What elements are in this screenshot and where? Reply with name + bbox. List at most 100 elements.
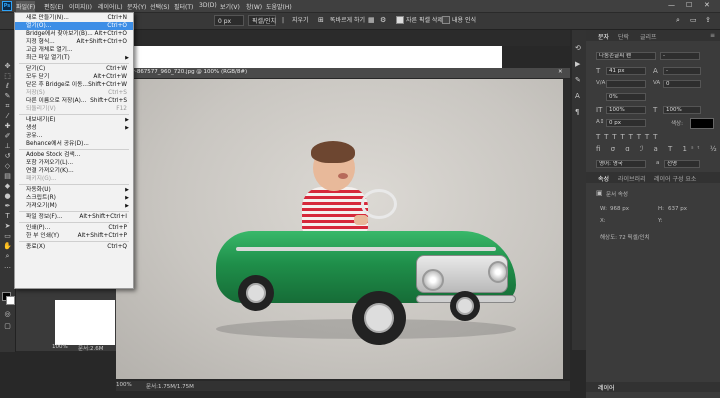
file-menu-item[interactable]: 고급 개체로 열기... [15,46,133,54]
file-menu-item[interactable]: 스크립트(R) ▶ [15,194,133,202]
menu-image[interactable]: 이미지(I) [69,2,92,11]
text-color-swatch[interactable] [690,118,714,129]
paragraph-panel-icon[interactable]: ¶ [575,108,579,116]
close-window-button[interactable]: ✕ [704,1,710,9]
content-aware-checkbox[interactable]: 내용 인식 [442,15,476,26]
file-menu-item[interactable]: 새로 만들기(N)... Ctrl+N [15,14,133,22]
menu-edit[interactable]: 편집(E) [44,2,64,11]
tab-layers[interactable]: 레이어 [598,383,615,392]
image-canvas[interactable] [116,79,563,379]
tracking-percent-input[interactable]: 0% [606,93,646,101]
menu-3d[interactable]: 3D(D) [199,2,217,9]
tab-layer-comps[interactable]: 레이어 구성 요소 [654,174,696,183]
file-menu-item[interactable]: 닫기(C) Ctrl+W [15,65,133,73]
delete-cropped-checkbox[interactable]: 자른 픽셀 삭제 [396,15,443,26]
canvas-vertical-scrollbar[interactable] [563,79,570,379]
tab-libraries[interactable]: 라이브러리 [618,174,646,183]
tab-character[interactable]: 문자 [598,32,609,41]
file-menu-item[interactable]: Behance에서 공유(D)... [15,140,133,148]
straighten-label[interactable]: 똑바르게 하기 [330,15,365,26]
leading-input[interactable]: - [663,67,701,75]
feather-input[interactable]: 0 px [214,15,244,26]
tab-glyphs[interactable]: 글리프 [640,32,657,41]
file-menu-item[interactable]: Bridge에서 찾아보기(B)... Alt+Ctrl+O [15,30,133,38]
more-tools-icon[interactable]: … [3,262,12,270]
type-tool-icon[interactable]: T [3,212,12,220]
hand-tool-icon[interactable]: ✋ [3,242,12,250]
search-icon[interactable]: ⌕ [676,15,680,26]
menu-layer[interactable]: 레이어(L) [98,2,123,11]
character-panel-icon[interactable]: A [575,92,580,100]
maximize-button[interactable]: ☐ [686,1,692,9]
menu-help[interactable]: 도움말(H) [266,2,292,11]
file-menu-item[interactable]: 종료(X) Ctrl+Q [15,243,133,251]
share-icon[interactable]: ⇪ [705,15,711,26]
screen-mode-icon[interactable]: ▢ [3,322,12,330]
tracking-input[interactable]: 0 [663,80,701,88]
menu-file[interactable]: 파일(F) [16,1,36,12]
anti-alias-select[interactable]: 선명 [664,160,700,168]
opentype-buttons[interactable]: ﬁ σ ɑ ℐ a T 1ˢᵗ ½ [596,145,720,153]
brush-tool-icon[interactable]: ✐ [3,132,12,140]
file-menu-item[interactable]: 인쇄(P)... Ctrl+P [15,224,133,232]
file-menu-item[interactable]: 가져오기(M) ▶ [15,202,133,210]
font-family-select[interactable]: 나눔손글씨 펜 [596,52,656,60]
photoshop-logo-icon[interactable]: Ps [2,1,12,11]
file-menu-item[interactable]: 모두 닫기 Alt+Ctrl+W [15,73,133,81]
horizontal-scale-input[interactable]: 100% [663,106,701,114]
menu-filter[interactable]: 필터(T) [174,2,193,11]
menu-select[interactable]: 선택(S) [150,2,170,11]
healing-brush-tool-icon[interactable]: ✚ [3,122,12,130]
brush-panel-icon[interactable]: ✎ [575,76,581,84]
checkbox-empty-icon[interactable] [442,15,450,24]
width-value[interactable]: 968 px [610,206,629,212]
language-select[interactable]: 영어: 영국 [596,160,646,168]
path-select-tool-icon[interactable]: ➤ [3,222,12,230]
height-value[interactable]: 637 px [668,206,687,212]
file-menu-item[interactable]: 닫은 후 Bridge로 이동... Shift+Ctrl+W [15,81,133,89]
kerning-input[interactable] [606,80,646,88]
straighten-icon[interactable]: ⊞ [318,15,324,26]
shape-tool-icon[interactable]: ▭ [3,232,12,240]
actions-panel-icon[interactable]: ▶ [575,60,580,68]
font-size-input[interactable]: 41 px [606,67,646,75]
gradient-tool-icon[interactable]: ▤ [3,172,12,180]
file-menu-item[interactable]: 다른 이름으로 저장(A)... Shift+Ctrl+S [15,97,133,105]
history-brush-tool-icon[interactable]: ↺ [3,152,12,160]
quick-select-tool-icon[interactable]: ✎ [3,92,12,100]
vertical-scale-input[interactable]: 100% [606,106,646,114]
file-menu-item[interactable]: 지정 형식... Alt+Shift+Ctrl+O [15,38,133,46]
menu-window[interactable]: 창(W) [246,2,262,11]
file-menu-item[interactable]: 생성 ▶ [15,124,133,132]
background-color-swatch[interactable] [6,296,15,305]
file-menu-item[interactable]: Adobe Stock 검색... [15,151,133,159]
clear-button[interactable]: 지우기 [292,15,309,26]
crop-tool-icon[interactable]: ⌗ [3,102,12,110]
second-doc-zoom[interactable]: 100% [52,344,68,350]
menu-type[interactable]: 문자(Y) [127,2,146,11]
stamp-tool-icon[interactable]: ⊥ [3,142,12,150]
zoom-tool-icon[interactable]: ⌕ [3,252,12,260]
type-style-buttons[interactable]: TTTTTTTT [596,133,661,141]
tab-properties[interactable]: 속성 [598,174,609,183]
file-menu-item[interactable]: 열기(O)... Ctrl+O [15,22,133,30]
minimize-button[interactable]: — [668,1,675,9]
quick-mask-icon[interactable]: ◎ [3,310,12,318]
eyedropper-tool-icon[interactable]: ⁄ [3,112,12,120]
file-menu-item[interactable]: 파일 정보(F)... Alt+Shift+Ctrl+I [15,213,133,221]
marquee-tool-icon[interactable]: ⬚ [3,72,12,80]
file-menu-item[interactable]: 공유... [15,132,133,140]
file-menu-item[interactable]: 한 부 인쇄(Y) Alt+Shift+Ctrl+P [15,232,133,240]
dodge-tool-icon[interactable]: ● [3,192,12,200]
lasso-tool-icon[interactable]: ℓ [3,82,12,90]
second-document-visible-canvas[interactable] [55,300,115,345]
overlay-grid-icon[interactable]: ▦ [368,15,375,26]
document-tab-close-icon[interactable]: ✕ [558,69,563,75]
document-zoom-readout[interactable]: 100% [116,382,132,388]
checkbox-checked-icon[interactable] [396,15,404,24]
workspace-icon[interactable]: ▭ [690,15,697,26]
move-tool-icon[interactable]: ✥ [3,62,12,70]
panel-menu-icon[interactable]: ≡ [710,32,715,39]
settings-gear-icon[interactable]: ⚙ [380,15,386,26]
document-tab[interactable]: driver-867577_960_720.jpg @ 100% (RGB/8#… [116,68,570,78]
